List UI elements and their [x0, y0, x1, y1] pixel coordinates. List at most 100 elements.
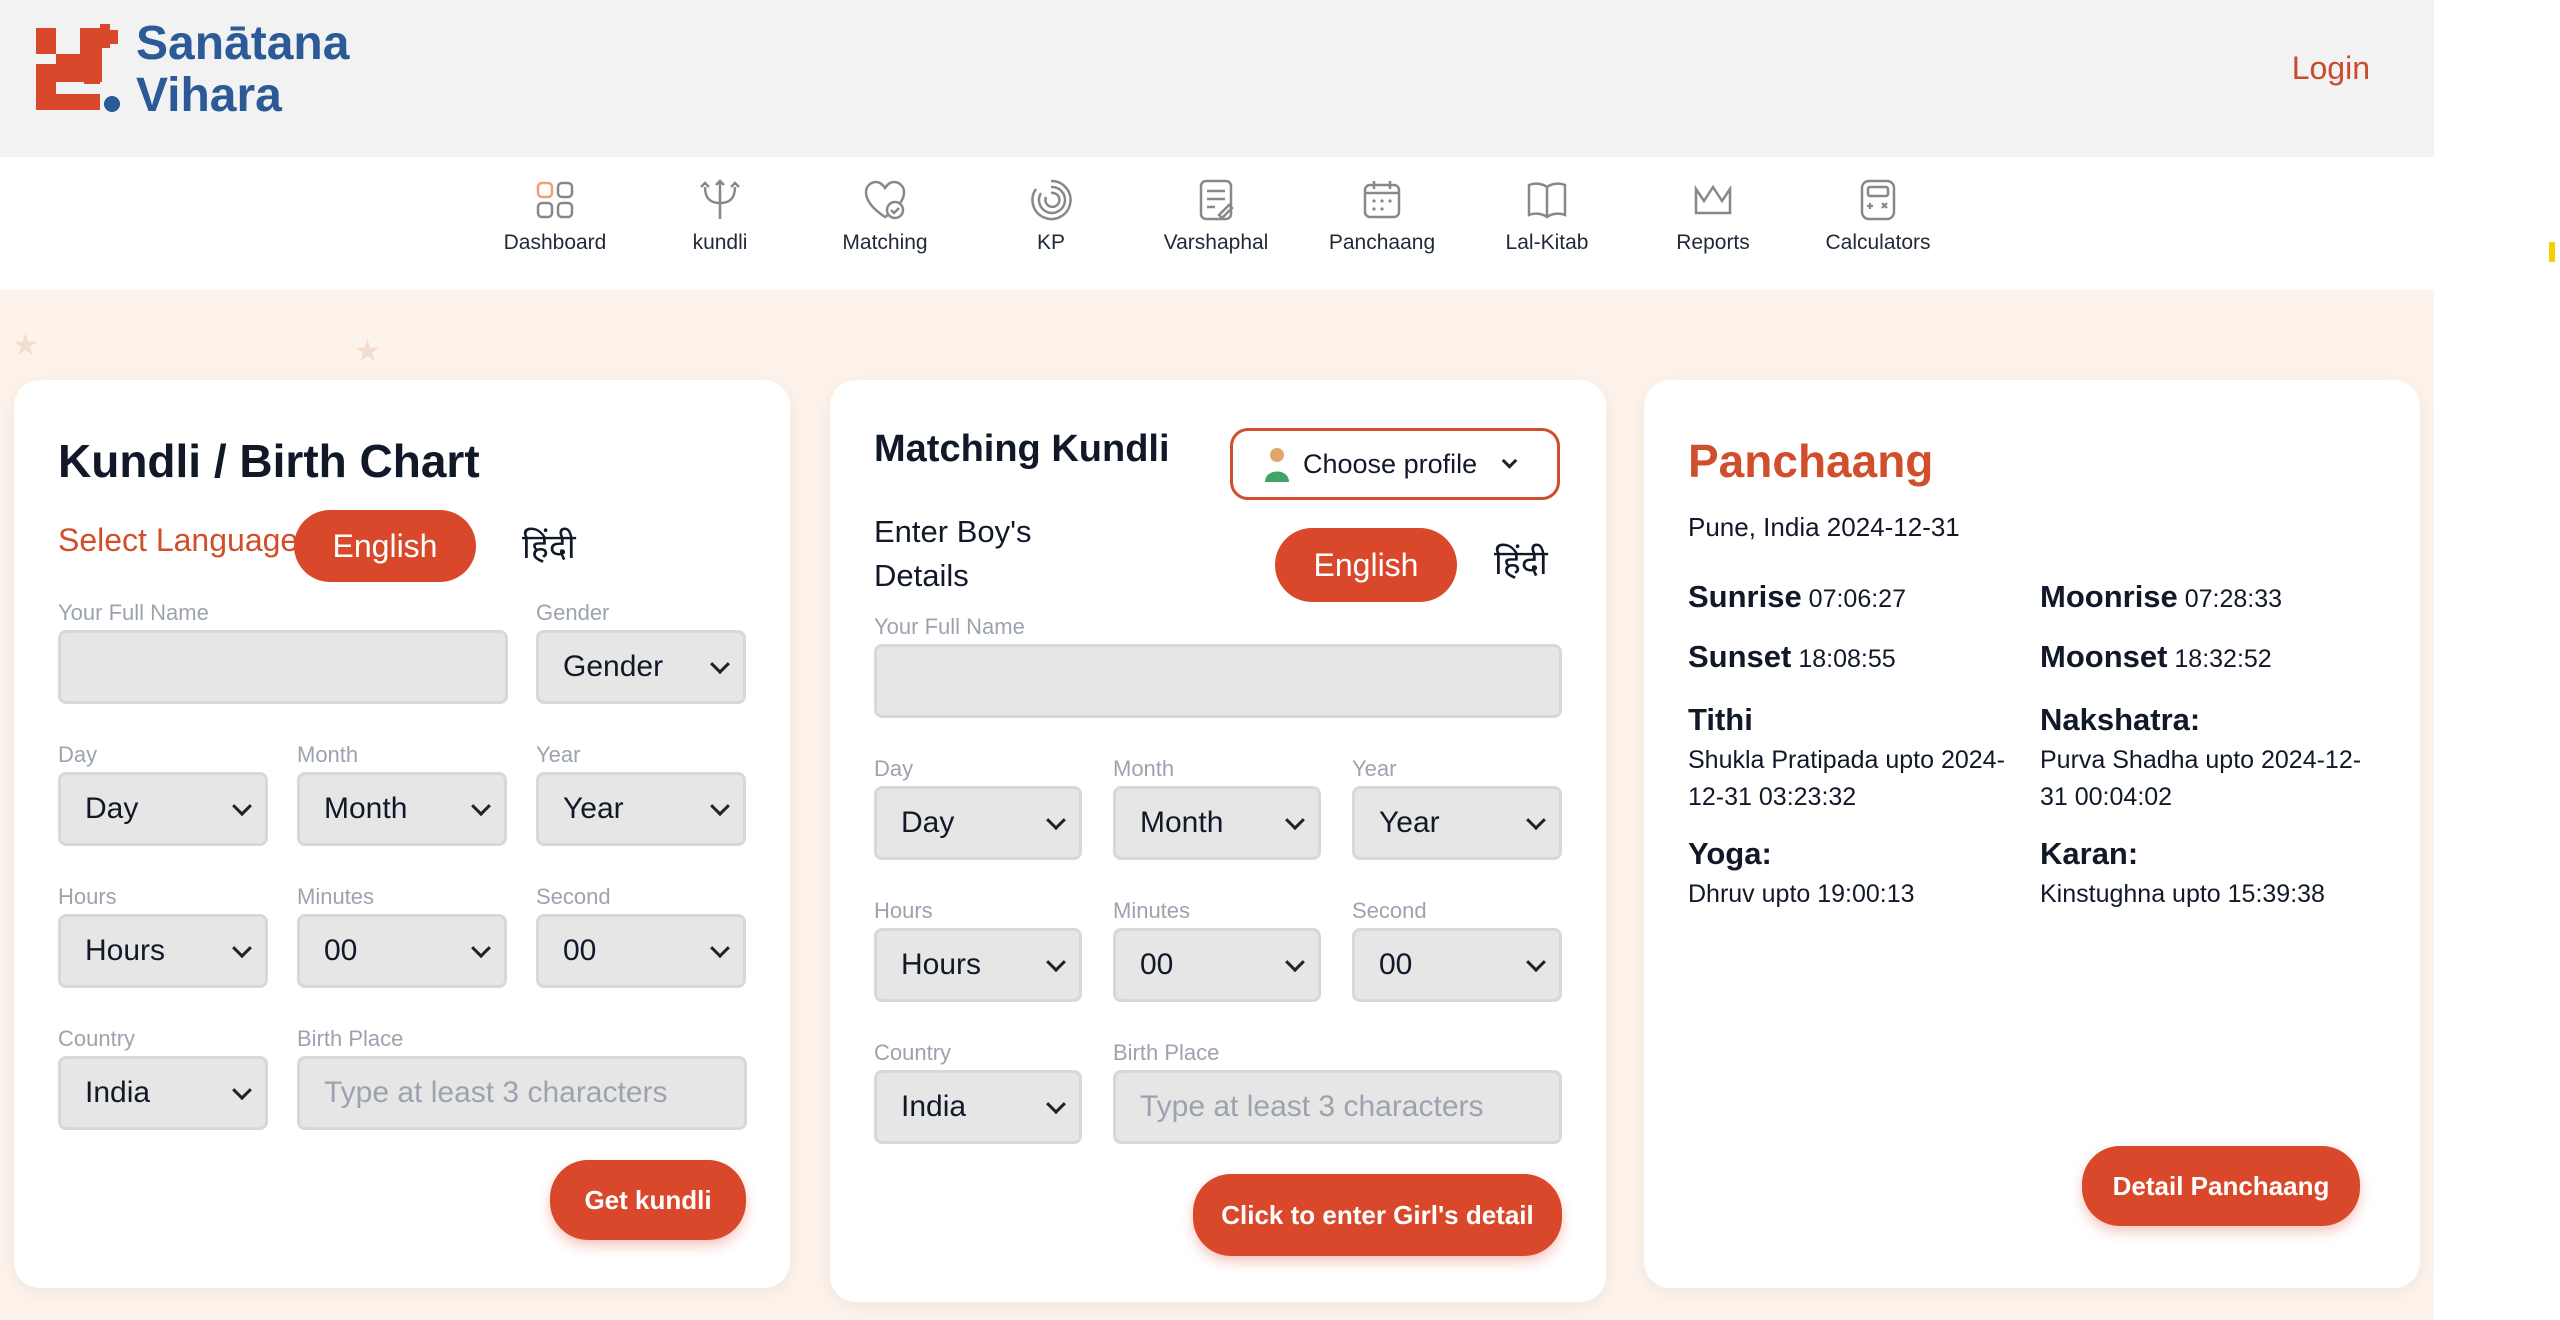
nav-label: Varshaphal — [1163, 231, 1269, 254]
day-select[interactable]: Day — [58, 772, 268, 846]
trident-icon — [700, 179, 740, 219]
nav-item-dashboard[interactable]: Dashboard — [480, 177, 630, 255]
nakshatra-block: Nakshatra: Purva Shadha upto 2024-12-31 … — [2040, 698, 2380, 816]
choose-profile-label: Choose profile — [1303, 448, 1478, 479]
choose-profile-button[interactable]: Choose profile — [1230, 428, 1560, 500]
nav-item-kundli[interactable]: kundli — [645, 177, 795, 255]
nav-item-reports[interactable]: Reports — [1638, 177, 1788, 255]
year-select[interactable]: Year — [536, 772, 746, 846]
hours-value: Hours — [901, 948, 982, 981]
chevron-down-icon — [232, 1080, 252, 1101]
decorative-star-icon: ★ — [12, 329, 39, 362]
logo-line-2: Vihara — [136, 69, 282, 122]
english-button[interactable]: English — [294, 510, 476, 582]
second-value: 00 — [563, 934, 597, 967]
country-select[interactable]: India — [874, 1070, 1082, 1144]
year-value: Year — [563, 792, 624, 825]
day-value: Day — [901, 806, 955, 839]
logo-text: Sanātana Vihara — [136, 18, 349, 122]
calculator-icon — [1860, 179, 1896, 221]
day-select[interactable]: Day — [874, 786, 1082, 860]
nav-item-matching[interactable]: Matching — [810, 177, 960, 255]
yoga-block: Yoga: Dhruv upto 19:00:13 — [1688, 832, 2028, 913]
full-name-label: Your Full Name — [874, 614, 1025, 639]
second-label: Second — [1352, 898, 1427, 923]
english-button[interactable]: English — [1275, 528, 1457, 602]
nav-item-calculators[interactable]: Calculators — [1803, 177, 1953, 255]
hindi-button[interactable]: हिंदी — [522, 522, 576, 568]
day-label: Day — [58, 742, 98, 767]
birth-place-input[interactable]: Type at least 3 characters — [1113, 1070, 1562, 1144]
moonset-label: Moonset — [2040, 639, 2168, 674]
crown-icon — [1694, 184, 1732, 215]
boys-details-label: Enter Boy's Details — [874, 514, 1032, 593]
chevron-down-icon — [1046, 810, 1066, 831]
day-value: Day — [85, 792, 139, 825]
second-label: Second — [536, 884, 611, 909]
full-name-input[interactable] — [874, 644, 1562, 718]
dashboard-icon — [536, 181, 574, 219]
nav-label: Panchaang — [1328, 231, 1436, 254]
edge-marker — [2549, 242, 2555, 262]
enter-girls-detail-button[interactable]: Click to enter Girl's detail — [1193, 1174, 1562, 1256]
chevron-down-icon — [471, 938, 491, 959]
nav-label: Matching — [842, 231, 928, 254]
panchaang-location-date: Pune, India 2024-12-31 — [1688, 512, 1960, 542]
sunrise-row: Sunrise 07:06:27 — [1688, 578, 1906, 618]
logo[interactable]: Sanātana Vihara — [32, 18, 349, 122]
logo-line-1: Sanātana — [136, 17, 350, 70]
minutes-label: Minutes — [1113, 898, 1191, 923]
detail-panchaang-button[interactable]: Detail Panchaang — [2082, 1146, 2360, 1226]
hours-select[interactable]: Hours — [58, 914, 268, 988]
sunrise-label: Sunrise — [1688, 579, 1802, 614]
birth-place-placeholder: Type at least 3 characters — [324, 1076, 668, 1109]
country-label: Country — [874, 1040, 952, 1065]
calendar-icon — [1363, 181, 1401, 219]
tithi-label: Tithi — [1688, 702, 1753, 737]
decorative-star-icon: ★ — [354, 335, 381, 368]
chevron-down-icon — [232, 938, 252, 959]
karan-label: Karan: — [2040, 836, 2139, 871]
hindi-button[interactable]: हिंदी — [1494, 538, 1548, 584]
minutes-select[interactable]: 00 — [1113, 928, 1321, 1002]
panchaang-title: Panchaang — [1688, 435, 1934, 487]
day-label: Day — [874, 756, 914, 781]
month-select[interactable]: Month — [297, 772, 507, 846]
nav-item-varshaphal[interactable]: Varshaphal — [1141, 177, 1291, 255]
sunrise-value: 07:06:27 — [1808, 585, 1906, 613]
heart-check-icon — [864, 180, 906, 220]
chevron-down-icon — [1046, 1094, 1066, 1115]
book-icon — [1527, 182, 1567, 219]
chevron-down-icon — [710, 796, 730, 817]
nakshatra-value: Purva Shadha upto 2024-12-31 00:04:02 — [2040, 746, 2362, 811]
gender-select[interactable]: Gender — [536, 630, 746, 704]
second-select[interactable]: 00 — [536, 914, 746, 988]
birth-place-placeholder: Type at least 3 characters — [1140, 1090, 1484, 1123]
month-select[interactable]: Month — [1113, 786, 1321, 860]
nav-label: Calculators — [1825, 231, 1931, 254]
month-value: Month — [1140, 806, 1224, 839]
month-label: Month — [1113, 756, 1175, 781]
gender-label: Gender — [536, 600, 610, 625]
get-kundli-button[interactable]: Get kundli — [550, 1160, 746, 1240]
second-select[interactable]: 00 — [1352, 928, 1562, 1002]
nav-item-kp[interactable]: KP — [976, 177, 1126, 255]
country-select[interactable]: India — [58, 1056, 268, 1130]
year-select[interactable]: Year — [1352, 786, 1562, 860]
login-link[interactable]: Login — [2292, 50, 2370, 87]
chevron-down-icon — [471, 796, 491, 817]
hours-select[interactable]: Hours — [874, 928, 1082, 1002]
hours-label: Hours — [874, 898, 933, 923]
panchaang-card: Panchaang Pune, India 2024-12-31 Sunrise… — [1644, 380, 2420, 1288]
country-value: India — [85, 1076, 151, 1109]
gender-value: Gender — [563, 650, 664, 683]
nav-item-lal-kitab[interactable]: Lal-Kitab — [1472, 177, 1622, 255]
birth-place-input[interactable]: Type at least 3 characters — [297, 1056, 747, 1130]
minutes-select[interactable]: 00 — [297, 914, 507, 988]
nav-item-panchaang[interactable]: Panchaang — [1307, 177, 1457, 255]
year-label: Year — [1352, 756, 1397, 781]
chevron-down-icon — [1526, 952, 1546, 973]
moonset-row: Moonset 18:32:52 — [2040, 638, 2272, 678]
full-name-input[interactable] — [58, 630, 508, 704]
tithi-value: Shukla Pratipada upto 2024-12-31 03:23:3… — [1688, 746, 2005, 811]
